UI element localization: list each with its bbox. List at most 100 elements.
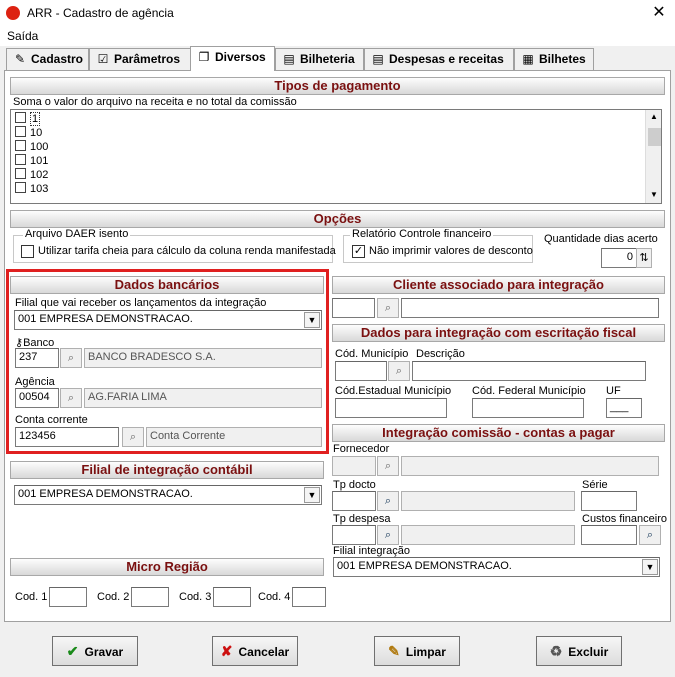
descricao-label: Descrição — [416, 348, 465, 360]
cancelar-button[interactable]: ✘ Cancelar — [212, 636, 298, 666]
chevron-down-icon[interactable]: ▼ — [642, 559, 658, 575]
document-icon: ❐ — [198, 50, 210, 64]
checkbox[interactable] — [15, 168, 26, 179]
button-label: Cancelar — [238, 645, 290, 659]
cliente-code-input[interactable] — [332, 298, 375, 318]
limpar-button[interactable]: ✎ Limpar — [374, 636, 460, 666]
serie-input[interactable] — [581, 491, 637, 511]
tab-label: Parâmetros — [114, 52, 181, 66]
window-title: ARR - Cadastro de agência — [27, 6, 174, 20]
binoculars-icon[interactable]: ⌕ — [388, 361, 410, 381]
tipos-note: Soma o valor do arquivo na receita e no … — [13, 96, 297, 108]
checkbox[interactable] — [15, 154, 26, 165]
cod1-input[interactable] — [49, 587, 87, 607]
cod4-input[interactable] — [292, 587, 326, 607]
qtd-dias-input[interactable]: 0 — [601, 248, 637, 268]
checkbox[interactable] — [15, 112, 26, 123]
close-icon[interactable]: ✕ — [648, 2, 670, 24]
item-label: 102 — [30, 169, 49, 181]
tab-bilheteria[interactable]: ▤ Bilheteria — [275, 48, 364, 70]
binoculars-icon[interactable]: ⌕ — [377, 491, 399, 511]
excluir-button[interactable]: ♻ Excluir — [536, 636, 622, 666]
tab-label: Bilheteria — [300, 52, 355, 66]
tp-despesa-input[interactable] — [332, 525, 376, 545]
tab-bilhetes[interactable]: ▦ Bilhetes — [514, 48, 594, 70]
list-item[interactable]: 10 — [15, 126, 42, 140]
descricao-field[interactable] — [412, 361, 646, 381]
tab-label: Diversos — [215, 50, 266, 64]
contabil-select[interactable]: 001 EMPRESA DEMONSTRACAO. — [14, 485, 322, 505]
item-label: 101 — [30, 155, 49, 167]
cod-fed-input[interactable] — [472, 398, 584, 418]
cod2-label: Cod. 2 — [97, 591, 130, 603]
checkbox[interactable] — [15, 140, 26, 151]
chevron-down-icon[interactable]: ▼ — [650, 190, 658, 199]
menu-saida[interactable]: Saída — [7, 29, 38, 43]
binoculars-icon[interactable]: ⌕ — [639, 525, 661, 545]
cod-fed-label: Cód. Federal Município — [472, 385, 586, 397]
tab-diversos[interactable]: ❐ Diversos — [190, 46, 275, 71]
scroll-thumb[interactable] — [648, 128, 661, 146]
cod4-label: Cod. 4 — [258, 591, 291, 603]
cod3-input[interactable] — [213, 587, 251, 607]
filial-integracao-select[interactable]: 001 EMPRESA DEMONSTRACAO. — [333, 557, 660, 577]
item-label: 10 — [30, 127, 43, 139]
tp-docto-input[interactable] — [332, 491, 376, 511]
grid-icon: ▦ — [522, 52, 534, 66]
tp-docto-name-field — [401, 491, 575, 511]
pencil-icon: ✎ — [14, 52, 26, 66]
button-label: Excluir — [568, 645, 609, 659]
tp-despesa-name-field — [401, 525, 575, 545]
cod-est-input[interactable] — [335, 398, 447, 418]
list-scrollbar[interactable]: ▲ ▼ — [645, 110, 661, 203]
list-item[interactable]: 103 — [15, 182, 48, 196]
list-item[interactable]: 101 — [15, 154, 48, 168]
app-icon — [6, 6, 20, 20]
fornecedor-input[interactable] — [332, 456, 376, 476]
filial-integracao-label: Filial integração — [333, 545, 411, 557]
cod1-label: Cod. 1 — [15, 591, 48, 603]
checkbox-icon: ☑ — [97, 52, 109, 66]
custos-label: Custos financeiro — [582, 513, 667, 525]
uf-input[interactable]: ___ — [606, 398, 642, 418]
cod2-input[interactable] — [131, 587, 169, 607]
tab-label: Cadastro — [31, 52, 84, 66]
spin-icon[interactable]: ⇅ — [636, 248, 652, 268]
chevron-up-icon[interactable]: ▲ — [650, 112, 658, 121]
tipos-list[interactable]: 1 10 100 101 102 103 ▲ ▼ — [10, 109, 662, 204]
tipos-header: Tipos de pagamento — [10, 77, 665, 95]
fornecedor-name-field — [401, 456, 659, 476]
cliente-name-field[interactable] — [401, 298, 659, 318]
gravar-button[interactable]: ✔ Gravar — [52, 636, 138, 666]
checkbox[interactable] — [15, 126, 26, 137]
relatorio-group-title: Relatório Controle financeiro — [350, 228, 494, 240]
binoculars-icon[interactable]: ⌕ — [377, 456, 399, 476]
contabil-header: Filial de integração contábil — [10, 461, 324, 479]
chevron-down-icon[interactable]: ▼ — [304, 487, 320, 503]
tp-docto-label: Tp docto — [333, 479, 376, 491]
binoculars-icon[interactable]: ⌕ — [377, 525, 399, 545]
qtd-dias-label: Quantidade dias acerto — [544, 233, 658, 245]
daer-group-title: Arquivo DAER isento — [23, 228, 131, 240]
comissao-header: Integração comissão - contas a pagar — [332, 424, 665, 442]
micro-header: Micro Região — [10, 558, 324, 576]
tab-despesas[interactable]: ▤ Despesas e receitas — [364, 48, 514, 70]
binoculars-icon[interactable]: ⌕ — [377, 298, 399, 318]
relatorio-checkbox[interactable]: ✓ — [352, 245, 365, 258]
tab-label: Despesas e receitas — [389, 52, 504, 66]
custos-input[interactable] — [581, 525, 637, 545]
list-icon: ▤ — [372, 52, 384, 66]
cod-mun-label: Cód. Município — [335, 348, 409, 360]
list-item[interactable]: 1 — [15, 112, 41, 126]
checkbox[interactable] — [15, 182, 26, 193]
daer-checkbox[interactable] — [21, 245, 34, 258]
serie-label: Série — [582, 479, 608, 491]
trash-icon: ♻ — [549, 643, 563, 659]
tab-parametros[interactable]: ☑ Parâmetros — [89, 48, 192, 70]
list-item[interactable]: 100 — [15, 140, 48, 154]
tab-cadastro[interactable]: ✎ Cadastro — [6, 48, 89, 70]
list-item[interactable]: 102 — [15, 168, 48, 182]
cod-mun-input[interactable] — [335, 361, 387, 381]
fiscal-header: Dados para integração com escritação fis… — [332, 324, 665, 342]
button-label: Gravar — [84, 645, 124, 659]
